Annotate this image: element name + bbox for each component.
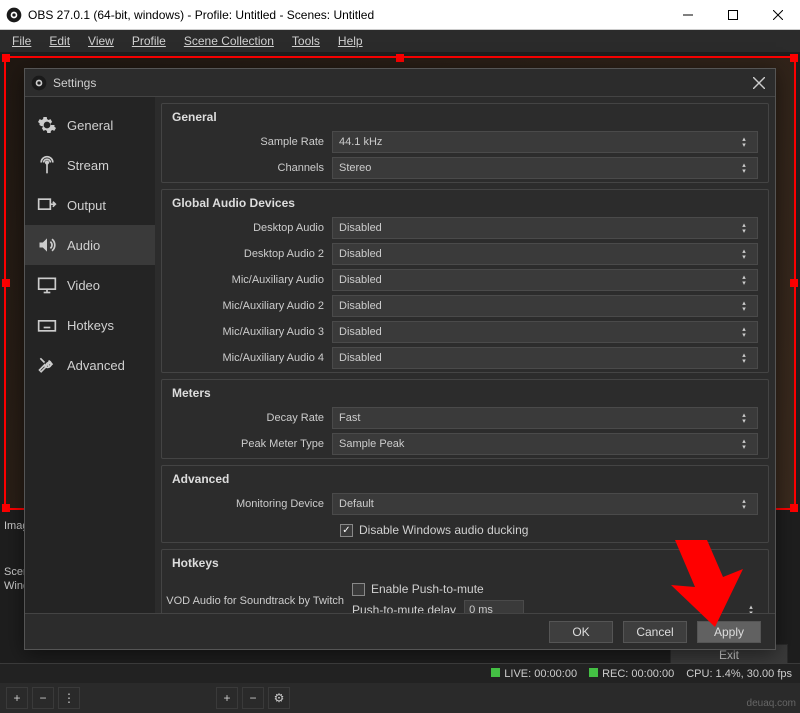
- tools-icon: [37, 355, 57, 375]
- sidebar-item-audio[interactable]: Audio: [25, 225, 155, 265]
- disable-ducking-checkbox[interactable]: ✓: [340, 524, 353, 537]
- menu-profile[interactable]: Profile: [124, 32, 174, 50]
- menu-help[interactable]: Help: [330, 32, 371, 50]
- cpu-status: CPU: 1.4%, 30.00 fps: [686, 668, 792, 680]
- sample-rate-select[interactable]: 44.1 kHz▴▾: [332, 131, 758, 153]
- settings-content: General Sample Rate 44.1 kHz▴▾ Channels …: [155, 97, 775, 613]
- vod-audio-label: VOD Audio for Soundtrack by Twitch: [162, 595, 352, 607]
- desktop-audio-2-select[interactable]: Disabled▴▾: [332, 243, 758, 265]
- mic-aux-audio-3-select[interactable]: Disabled▴▾: [332, 321, 758, 343]
- sidebar-item-output[interactable]: Output: [25, 185, 155, 225]
- watermark: deuaq.com: [747, 698, 796, 709]
- window-maximize-button[interactable]: [710, 0, 755, 30]
- mic-aux-audio-4-select[interactable]: Disabled▴▾: [332, 347, 758, 369]
- source-properties-button[interactable]: ⚙: [268, 687, 290, 709]
- remove-scene-button[interactable]: −: [32, 687, 54, 709]
- group-general-header: General: [162, 104, 768, 130]
- sidebar-item-stream[interactable]: Stream: [25, 145, 155, 185]
- scene-menu-button[interactable]: ⋮: [58, 687, 80, 709]
- monitoring-device-select[interactable]: Default▴▾: [332, 493, 758, 515]
- gear-icon: [37, 115, 57, 135]
- desktop-audio-select[interactable]: Disabled▴▾: [332, 217, 758, 239]
- window-close-button[interactable]: [755, 0, 800, 30]
- monitor-icon: [37, 275, 57, 295]
- menu-view[interactable]: View: [80, 32, 122, 50]
- group-global-audio-header: Global Audio Devices: [162, 190, 768, 216]
- disable-ducking-label: Disable Windows audio ducking: [359, 523, 528, 537]
- antenna-icon: [37, 155, 57, 175]
- sidebar-item-advanced[interactable]: Advanced: [25, 345, 155, 385]
- enable-push-to-mute-checkbox[interactable]: [352, 583, 365, 596]
- mic-aux-audio-select[interactable]: Disabled▴▾: [332, 269, 758, 291]
- group-meters-header: Meters: [162, 380, 768, 406]
- dialog-title: Settings: [53, 76, 96, 90]
- settings-dialog: Settings General Stream Output Audio: [24, 68, 776, 650]
- mic-aux-audio-2-select[interactable]: Disabled▴▾: [332, 295, 758, 317]
- menu-tools[interactable]: Tools: [284, 32, 328, 50]
- menu-scene-collection[interactable]: Scene Collection: [176, 32, 282, 50]
- decay-rate-select[interactable]: Fast▴▾: [332, 407, 758, 429]
- apply-button[interactable]: Apply: [697, 621, 761, 643]
- live-indicator-icon: [491, 668, 500, 677]
- speaker-icon: [37, 235, 57, 255]
- sidebar-item-video[interactable]: Video: [25, 265, 155, 305]
- window-title: OBS 27.0.1 (64-bit, windows) - Profile: …: [28, 8, 374, 22]
- menu-edit[interactable]: Edit: [41, 32, 78, 50]
- obs-logo-icon: [6, 7, 22, 23]
- sidebar-item-general[interactable]: General: [25, 105, 155, 145]
- add-scene-button[interactable]: +: [6, 687, 28, 709]
- status-bar: LIVE: 00:00:00 REC: 00:00:00 CPU: 1.4%, …: [0, 663, 800, 683]
- group-advanced-header: Advanced: [162, 466, 768, 492]
- remove-source-button[interactable]: −: [242, 687, 264, 709]
- window-minimize-button[interactable]: [665, 0, 710, 30]
- settings-sidebar: General Stream Output Audio Video Hotkey…: [25, 97, 155, 613]
- window-titlebar: OBS 27.0.1 (64-bit, windows) - Profile: …: [0, 0, 800, 30]
- rec-indicator-icon: [589, 668, 598, 677]
- menu-file[interactable]: File: [4, 32, 39, 50]
- cancel-button[interactable]: Cancel: [623, 621, 687, 643]
- push-to-mute-delay-input[interactable]: 0 ms: [464, 600, 524, 613]
- dialog-close-button[interactable]: [749, 73, 769, 93]
- channels-select[interactable]: Stereo▴▾: [332, 157, 758, 179]
- group-hotkeys-header: Hotkeys: [162, 550, 768, 576]
- channels-label: Channels: [162, 162, 332, 174]
- output-icon: [37, 195, 57, 215]
- sample-rate-label: Sample Rate: [162, 136, 332, 148]
- peak-meter-select[interactable]: Sample Peak▴▾: [332, 433, 758, 455]
- add-source-button[interactable]: +: [216, 687, 238, 709]
- ok-button[interactable]: OK: [549, 621, 613, 643]
- bottom-toolbar: + − ⋮ + − ⚙: [0, 683, 800, 713]
- obs-logo-icon: [31, 75, 47, 91]
- menu-bar: File Edit View Profile Scene Collection …: [0, 30, 800, 52]
- keyboard-icon: [37, 315, 57, 335]
- sidebar-item-hotkeys[interactable]: Hotkeys: [25, 305, 155, 345]
